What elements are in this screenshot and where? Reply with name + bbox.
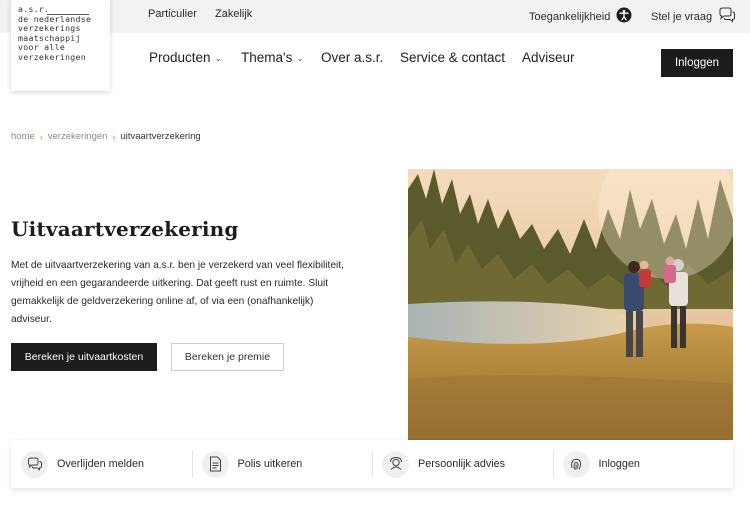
accessibility-icon (616, 7, 632, 26)
chevron-down-icon: ⌄ (296, 53, 304, 63)
chat-icon (718, 7, 736, 26)
hero-image-family-walking (408, 169, 733, 441)
calculate-funeral-costs-button[interactable]: Bereken je uitvaartkosten (11, 343, 157, 371)
action-label: Inloggen (598, 458, 640, 470)
document-icon (201, 450, 229, 478)
chevron-down-icon: ⌄ (214, 53, 223, 63)
chevron-right-icon: › (112, 131, 116, 142)
ask-question-link[interactable]: Stel je vraag (651, 7, 736, 26)
nav-item-producten[interactable]: Producten ⌄ (149, 50, 222, 65)
page-title: Uitvaartverzekering (11, 217, 239, 241)
login-button[interactable]: Inloggen (661, 49, 733, 77)
calculate-premium-button[interactable]: Bereken je premie (171, 343, 284, 371)
breadcrumb: home › verzekeringen › uitvaartverzekeri… (11, 131, 201, 142)
nav-item-service-contact[interactable]: Service & contact (400, 50, 505, 65)
action-policy-payout[interactable]: Polis uitkeren (191, 440, 373, 488)
action-label: Polis uitkeren (237, 458, 303, 470)
action-label: Overlijden melden (57, 458, 145, 470)
ask-question-label: Stel je vraag (651, 10, 713, 23)
logo-rule (47, 14, 89, 15)
accessibility-link[interactable]: Toegankelijkheid (529, 7, 632, 26)
asr-logo[interactable]: a.s.r. de nederlandse verzekerings maats… (11, 0, 110, 91)
breadcrumb-home[interactable]: home (11, 131, 35, 142)
advisor-icon (382, 450, 409, 478)
segment-particulier[interactable]: Particulier (148, 8, 197, 20)
breadcrumb-verzekeringen[interactable]: verzekeringen (48, 131, 108, 142)
chevron-right-icon: › (39, 131, 43, 142)
action-login[interactable]: Inloggen (552, 440, 734, 488)
nav-item-adviseur[interactable]: Adviseur (522, 50, 575, 65)
quick-actions-bar: Overlijden melden Polis uitkeren Persoon… (11, 440, 733, 488)
action-report-death[interactable]: Overlijden melden (11, 440, 192, 488)
action-personal-advice[interactable]: Persoonlijk advies (372, 440, 553, 488)
segment-zakelijk[interactable]: Zakelijk (215, 8, 252, 20)
action-label: Persoonlijk advies (418, 458, 506, 470)
nav-item-over-asr[interactable]: Over a.s.r. (321, 50, 383, 65)
nav-item-themas[interactable]: Thema's ⌄ (241, 50, 304, 65)
fingerprint-icon (562, 450, 590, 478)
breadcrumb-current: uitvaartverzekering (120, 131, 201, 142)
accessibility-label: Toegankelijkheid (529, 10, 611, 23)
chat-bubbles-icon (21, 450, 48, 478)
top-utility-bar: Particulier Zakelijk Toegankelijkheid St… (0, 0, 750, 33)
hero-description: Met de uitvaartverzekering van a.s.r. be… (11, 260, 344, 325)
main-nav: Producten ⌄ Thema's ⌄ Over a.s.r. Servic… (0, 50, 750, 70)
